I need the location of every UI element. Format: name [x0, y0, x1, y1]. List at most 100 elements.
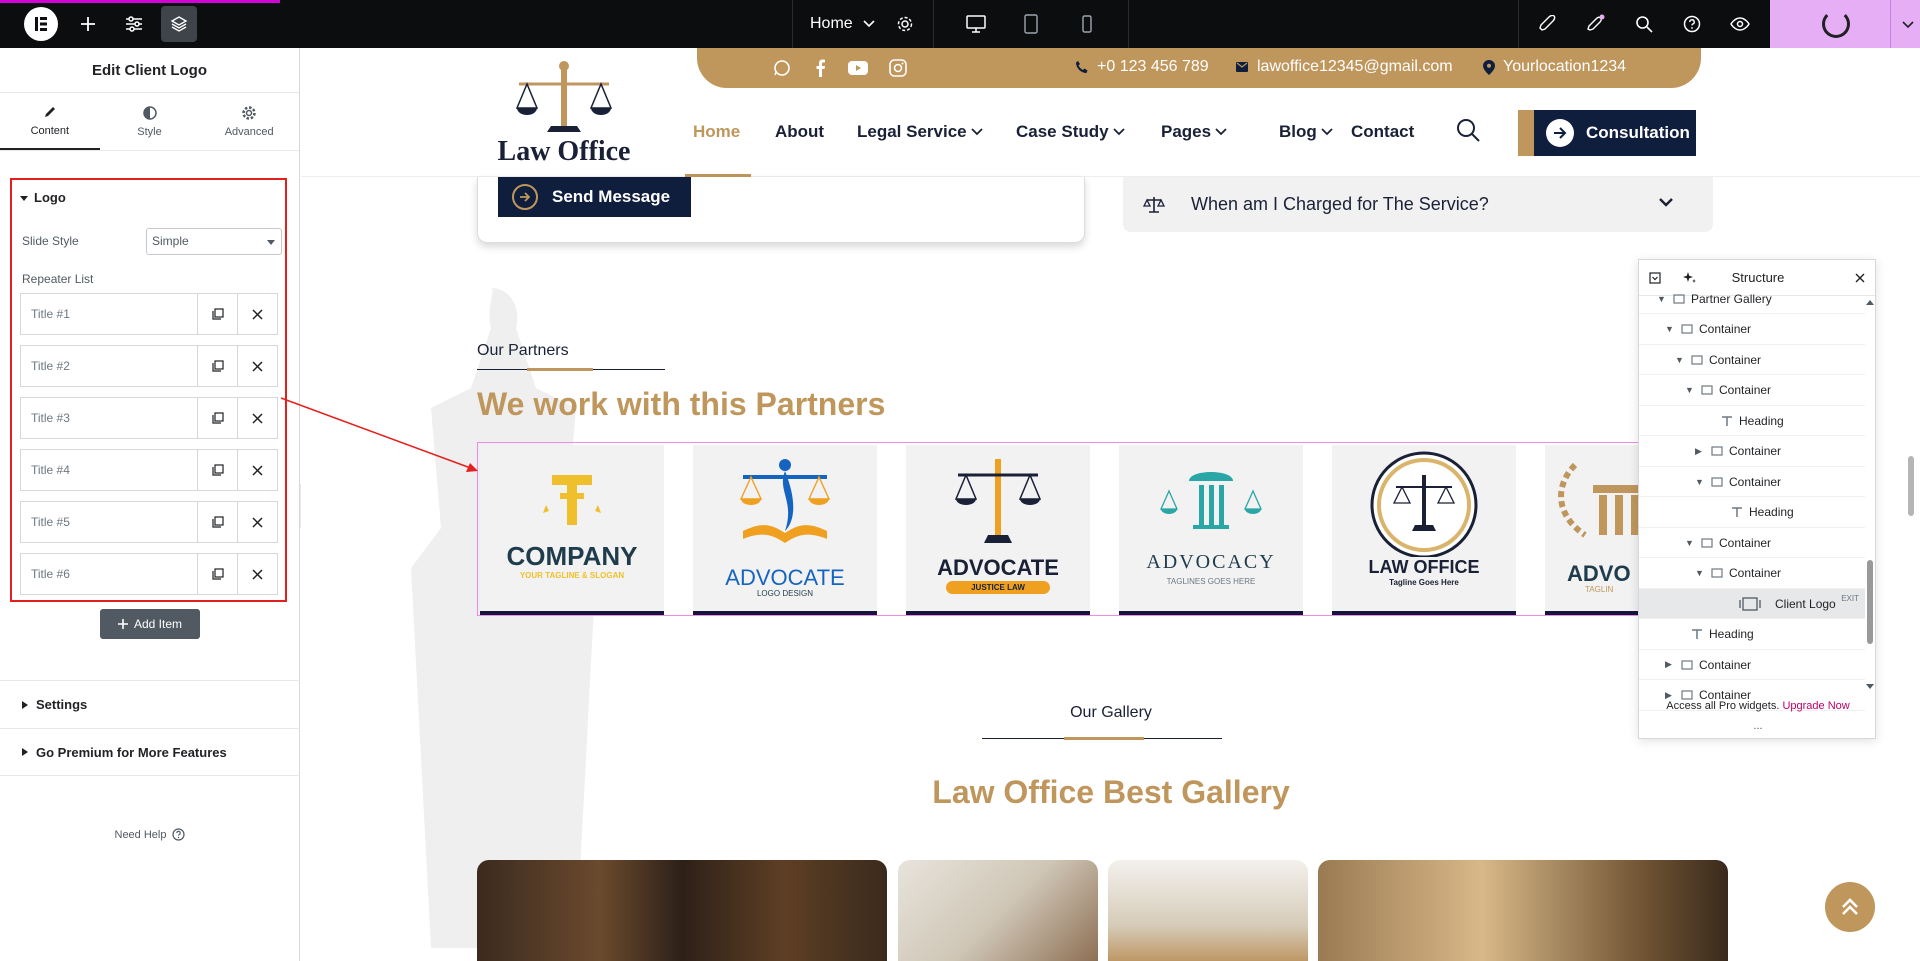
gallery-image-shelves[interactable] [1108, 860, 1308, 961]
scroll-to-top-button[interactable] [1825, 882, 1875, 932]
structure-row[interactable]: ▶ Container [1639, 437, 1865, 467]
caret-right-icon[interactable]: ▶ [1695, 446, 1705, 457]
chevron-down-icon[interactable] [1900, 14, 1916, 34]
remove-icon[interactable] [237, 554, 277, 594]
notifications-icon[interactable] [1578, 6, 1614, 42]
partner-logo-card[interactable]: LAW OFFICE Tagline Goes Here [1332, 445, 1516, 615]
remove-icon[interactable] [237, 294, 277, 334]
duplicate-icon[interactable] [197, 502, 237, 542]
nav-item-case-study[interactable]: Case Study [1016, 122, 1125, 142]
structure-row[interactable]: Heading [1639, 406, 1865, 436]
structure-row[interactable]: ▼ Container [1639, 467, 1865, 497]
layers-icon[interactable] [161, 6, 197, 42]
nav-item-blog[interactable]: Blog [1279, 122, 1333, 142]
repeater-item[interactable]: Title #3 [20, 397, 278, 439]
tab-style[interactable]: Style [100, 93, 200, 150]
caret-down-icon[interactable]: ▼ [1685, 538, 1695, 548]
exit-badge[interactable]: EXIT [1841, 594, 1859, 603]
desktop-icon[interactable] [958, 6, 994, 42]
structure-row[interactable]: ▼ Container [1639, 528, 1865, 558]
whatsapp-icon[interactable] [772, 58, 792, 78]
settings-sliders-icon[interactable] [116, 6, 152, 42]
tab-advanced[interactable]: Advanced [199, 93, 299, 150]
tab-content[interactable]: Content [0, 93, 100, 150]
repeater-item-title[interactable]: Title #6 [21, 554, 197, 594]
structure-row[interactable]: ▼ Container [1639, 345, 1865, 375]
preview-eye-icon[interactable] [1722, 6, 1758, 42]
partner-logo-card[interactable]: ADVOCACY TAGLINES GOES HERE [1119, 445, 1303, 615]
nav-item-pages[interactable]: Pages [1161, 122, 1227, 142]
duplicate-icon[interactable] [197, 450, 237, 490]
caret-right-icon[interactable]: ▶ [1665, 659, 1675, 670]
nav-item-contact[interactable]: Contact [1351, 122, 1414, 142]
remove-icon[interactable] [237, 450, 277, 490]
duplicate-icon[interactable] [197, 346, 237, 386]
caret-down-icon[interactable]: ▼ [1695, 568, 1705, 578]
client-logo-widget[interactable]: COMPANY YOUR TAGLINE & SLOGAN ADVOCATE L… [477, 442, 1657, 616]
repeater-item[interactable]: Title #1 [20, 293, 278, 335]
caret-down-icon[interactable]: ▼ [1665, 324, 1675, 334]
structure-row[interactable]: Heading [1639, 620, 1865, 650]
page-scrollbar[interactable] [1908, 456, 1914, 516]
structure-row[interactable]: ▶ Container [1639, 650, 1865, 680]
repeater-item-title[interactable]: Title #3 [21, 398, 197, 438]
caret-right-icon[interactable]: ▶ [1665, 690, 1675, 701]
caret-down-icon[interactable]: ▼ [1685, 385, 1695, 395]
partner-logo-card[interactable]: COMPANY YOUR TAGLINE & SLOGAN [480, 445, 664, 615]
remove-icon[interactable] [237, 502, 277, 542]
consultation-button[interactable]: Consultation [1518, 110, 1696, 156]
premium-section-header[interactable]: Go Premium for More Features [0, 728, 300, 776]
location-info[interactable]: Yourlocation1234 [1483, 58, 1626, 76]
structure-scrollbar[interactable] [1867, 560, 1873, 644]
structure-row[interactable]: ▼ Container [1639, 315, 1865, 345]
structure-row[interactable]: Heading [1639, 498, 1865, 528]
structure-row[interactable]: ▼ Partner Gallery [1639, 284, 1865, 314]
partner-logo-card[interactable]: ADVOCATE LOGO DESIGN [693, 445, 877, 615]
remove-icon[interactable] [237, 398, 277, 438]
facebook-icon[interactable] [810, 58, 830, 78]
logo-section-header[interactable]: Logo [12, 180, 285, 205]
scroll-up-arrow-icon[interactable] [1866, 300, 1874, 305]
search-icon[interactable] [1626, 6, 1662, 42]
duplicate-icon[interactable] [197, 398, 237, 438]
phone-info[interactable]: +0 123 456 789 [1075, 58, 1209, 76]
remove-icon[interactable] [237, 346, 277, 386]
repeater-item[interactable]: Title #4 [20, 449, 278, 491]
add-icon[interactable] [70, 6, 106, 42]
repeater-item[interactable]: Title #5 [20, 501, 278, 543]
mobile-icon[interactable] [1069, 6, 1105, 42]
faq-item[interactable]: When am I Charged for The Service? [1123, 177, 1713, 232]
search-icon[interactable] [1456, 118, 1480, 142]
help-icon[interactable] [1674, 6, 1710, 42]
need-help-link[interactable]: Need Help [0, 828, 300, 841]
send-message-button[interactable]: Send Message [498, 177, 691, 217]
duplicate-icon[interactable] [197, 294, 237, 334]
nav-item-about[interactable]: About [775, 122, 824, 142]
caret-down-icon[interactable]: ▼ [1675, 355, 1685, 365]
add-item-button[interactable]: Add Item [100, 609, 200, 639]
close-icon[interactable] [1855, 273, 1865, 283]
structure-row[interactable]: ▼ Container [1639, 376, 1865, 406]
repeater-item-title[interactable]: Title #1 [21, 294, 197, 334]
youtube-icon[interactable] [848, 58, 868, 78]
instagram-icon[interactable] [888, 58, 908, 78]
settings-section-header[interactable]: Settings [0, 680, 300, 728]
tablet-icon[interactable] [1013, 6, 1049, 42]
email-info[interactable]: lawoffice12345@gmail.com [1235, 58, 1453, 76]
gallery-image-meeting[interactable] [898, 860, 1098, 961]
repeater-item-title[interactable]: Title #5 [21, 502, 197, 542]
structure-row[interactable]: Client Logo EXIT [1639, 589, 1865, 619]
repeater-item[interactable]: Title #6 [20, 553, 278, 595]
nav-item-legal-service[interactable]: Legal Service [857, 122, 983, 142]
caret-down-icon[interactable]: ▼ [1657, 294, 1667, 304]
nav-item-home[interactable]: Home [693, 122, 740, 142]
repeater-item-title[interactable]: Title #2 [21, 346, 197, 386]
repeater-item-title[interactable]: Title #4 [21, 450, 197, 490]
site-logo[interactable]: Law Office [489, 58, 639, 170]
upgrade-now-link[interactable]: Upgrade Now [1782, 700, 1849, 712]
duplicate-icon[interactable] [197, 554, 237, 594]
publish-button[interactable] [1770, 0, 1920, 48]
scroll-down-arrow-icon[interactable] [1866, 684, 1874, 689]
gallery-image-library[interactable] [477, 860, 887, 961]
repeater-item[interactable]: Title #2 [20, 345, 278, 387]
